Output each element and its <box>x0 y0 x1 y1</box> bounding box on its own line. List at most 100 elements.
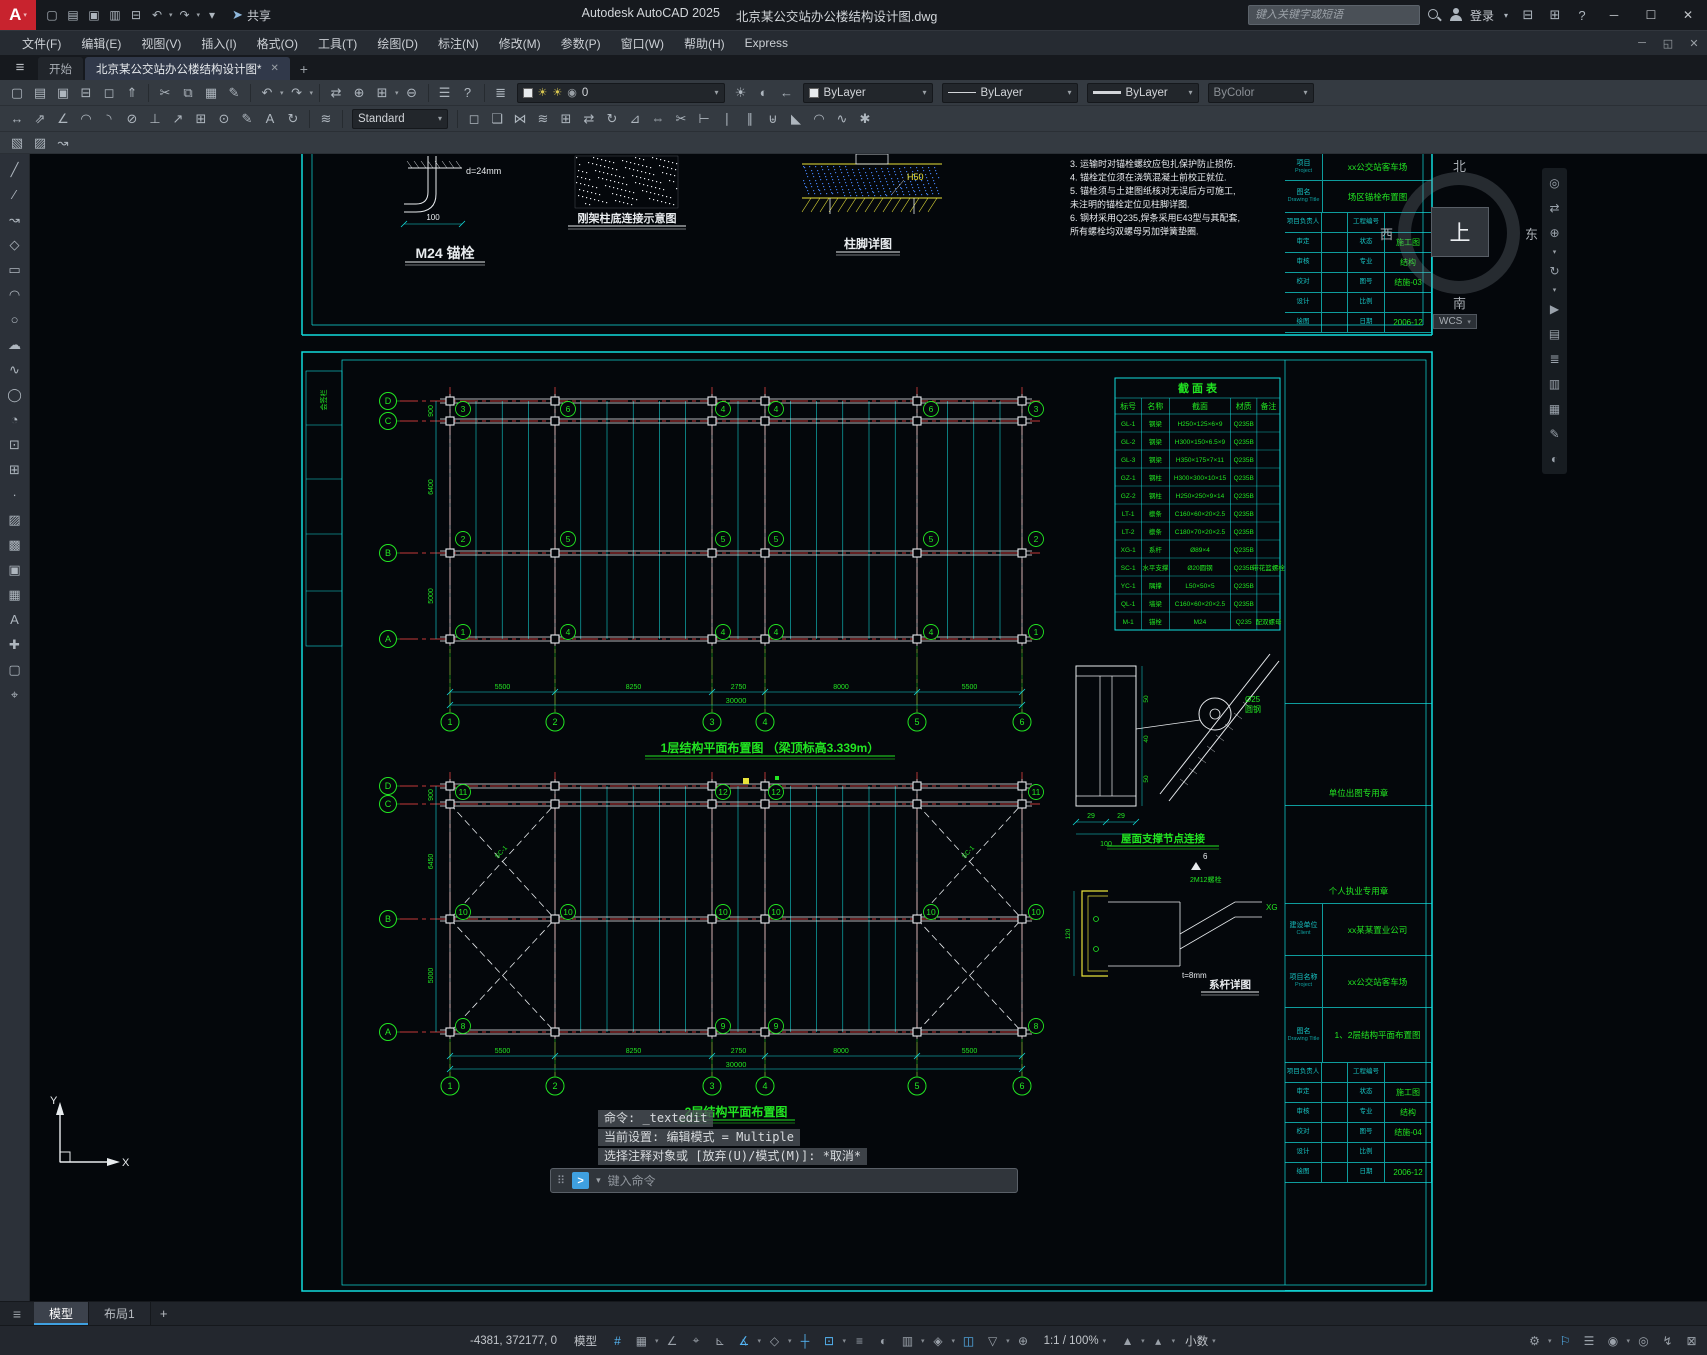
add-layout-button[interactable]: + <box>151 1306 177 1321</box>
dynamic-input-toggle[interactable]: ⌖ <box>684 1329 707 1353</box>
zoom-realtime-icon[interactable]: ⊕ <box>348 82 370 104</box>
infer-constraints-toggle[interactable]: ∠ <box>660 1329 683 1353</box>
doc-close-button[interactable]: ✕ <box>1681 37 1707 50</box>
layer-isolate-icon[interactable]: ◐ <box>753 82 775 104</box>
viewcube-south[interactable]: 南 <box>1453 293 1466 312</box>
selection-cycling-toggle[interactable]: ▥ <box>896 1329 919 1353</box>
color-dropdown[interactable]: ByLayer ▾ <box>802 82 933 103</box>
redo-icon[interactable]: ↷ <box>175 5 195 25</box>
layer-previous-icon[interactable]: ← <box>776 82 798 104</box>
zoom-tool-dropdown-arrow[interactable]: ▾ <box>1553 248 1557 256</box>
dim-diameter-icon[interactable]: ⊘ <box>121 108 143 130</box>
doc-restore-button[interactable]: ◱ <box>1655 37 1681 50</box>
workspace-switching-arrow[interactable]: ▾ <box>1548 1337 1552 1345</box>
paste-icon[interactable]: ▦ <box>200 82 222 104</box>
chamfer-icon[interactable]: ◣ <box>785 108 807 130</box>
markup-icon[interactable]: ✎ <box>1544 424 1565 444</box>
array-icon[interactable]: ⊞ <box>555 108 577 130</box>
object-snap-tracking-toggle[interactable]: ┼ <box>794 1329 817 1353</box>
tab-layout1[interactable]: 布局1 <box>89 1302 151 1325</box>
make-block-icon[interactable]: ⊞ <box>3 458 27 481</box>
units-button[interactable]: 小数 ▾ <box>1177 1333 1225 1349</box>
menu-Express[interactable]: Express <box>735 31 798 55</box>
orbit-tool-icon[interactable]: ↻ <box>1544 261 1565 281</box>
revision-cloud-icon[interactable]: ☁ <box>3 333 27 356</box>
center-mark-icon[interactable]: ⊙ <box>213 108 235 130</box>
polar-tracking-arrow[interactable]: ▾ <box>757 1337 761 1345</box>
model-space-button[interactable]: 模型 <box>566 1333 605 1349</box>
isometric-drafting-arrow[interactable]: ▾ <box>788 1337 792 1345</box>
dim-linear-icon[interactable]: ↔ <box>6 108 28 130</box>
zoom-tool-icon[interactable]: ⊕ <box>1544 223 1565 243</box>
layer-dropdown[interactable]: ☀ ☀ ◉ 0 ▾ <box>516 82 725 103</box>
rotate-icon[interactable]: ↻ <box>601 108 623 130</box>
menu-格式[interactable]: 格式(O) <box>247 31 308 55</box>
annotation-scale-button[interactable]: 1:1 / 100% ▾ <box>1036 1335 1116 1347</box>
tab-drawing[interactable]: 北京某公交站办公楼结构设计图* ✕ <box>85 57 290 80</box>
command-options-arrow[interactable]: ▾ <box>596 1175 601 1186</box>
extend-icon[interactable]: ⊢ <box>693 108 715 130</box>
dim-edit-icon[interactable]: ✎ <box>236 108 258 130</box>
plot-icon[interactable]: ⊟ <box>75 82 97 104</box>
autoscale-toggle[interactable]: ▴ <box>1147 1329 1170 1353</box>
gizmo-toggle[interactable]: ⊕ <box>1012 1329 1035 1353</box>
annotation-scale-button-arrow[interactable]: ▾ <box>1103 1337 1107 1345</box>
grid-display-toggle[interactable]: # <box>606 1329 629 1353</box>
new-tab-button[interactable]: + <box>292 57 316 80</box>
tab-model[interactable]: 模型 <box>34 1302 90 1325</box>
plot-icon[interactable]: ⊟ <box>126 5 146 25</box>
clean-screen-toggle[interactable]: ⊠ <box>1680 1329 1703 1353</box>
viewcube-north[interactable]: 北 <box>1453 156 1466 175</box>
layer-off-icon[interactable]: ☀ <box>730 82 752 104</box>
selection-cycling-arrow[interactable]: ▾ <box>921 1337 925 1345</box>
join-icon[interactable]: ⊎ <box>762 108 784 130</box>
lock-ui-arrow[interactable]: ▾ <box>1626 1337 1630 1345</box>
blend-curves-icon[interactable]: ∿ <box>831 108 853 130</box>
command-bar-grip[interactable]: ⠿ <box>557 1174 565 1187</box>
signin-button[interactable]: 登录 <box>1470 7 1494 24</box>
zoom-window-icon[interactable]: ⊞ <box>371 82 393 104</box>
selection-filtering-arrow[interactable]: ▾ <box>1006 1337 1010 1345</box>
table-icon[interactable]: ▦ <box>3 583 27 606</box>
quick-properties-toggle[interactable]: ☰ <box>1577 1329 1600 1353</box>
fillet-icon[interactable]: ◠ <box>808 108 830 130</box>
snap-mode-toggle[interactable]: ▦ <box>630 1329 653 1353</box>
tool-palettes-icon[interactable]: ▥ <box>1544 374 1565 394</box>
layout-menu-icon[interactable]: ≡ <box>0 1306 34 1322</box>
navigation-wheel-icon[interactable]: ◎ <box>1544 173 1565 193</box>
polar-tracking-toggle[interactable]: ∡ <box>732 1329 755 1353</box>
menu-文件[interactable]: 文件(F) <box>12 31 71 55</box>
measure-icon[interactable]: ⌖ <box>3 683 27 706</box>
render-icon[interactable]: ◐ <box>1544 449 1565 469</box>
undo-dropdown-arrow[interactable]: ▾ <box>280 89 284 97</box>
multiline-text-icon[interactable]: A <box>3 608 27 631</box>
break-at-point-icon[interactable]: ∣ <box>716 108 738 130</box>
lineweight-display-toggle[interactable]: ≡ <box>848 1329 871 1353</box>
graphics-performance-toggle[interactable]: ↯ <box>1656 1329 1679 1353</box>
dim-ordinate-icon[interactable]: ⊥ <box>144 108 166 130</box>
dim-angular-icon[interactable]: ∠ <box>52 108 74 130</box>
undo-icon[interactable]: ↶ <box>256 82 278 104</box>
object-snap-toggle[interactable]: ⊡ <box>818 1329 841 1353</box>
command-bar[interactable]: ⠿ > ▾ <box>550 1168 1018 1193</box>
ellipse-icon[interactable]: ◯ <box>3 383 27 406</box>
hatch-icon[interactable]: ▨ <box>3 508 27 531</box>
dynamic-ucs-toggle[interactable]: ◫ <box>957 1329 980 1353</box>
layers-palette-icon[interactable]: ≣ <box>1544 349 1565 369</box>
mirror-icon[interactable]: ⋈ <box>509 108 531 130</box>
publish-icon[interactable]: ⇑ <box>121 82 143 104</box>
tab-close-icon[interactable]: ✕ <box>270 63 278 74</box>
redo-dropdown-arrow[interactable]: ▾ <box>310 89 314 97</box>
menu-修改[interactable]: 修改(M) <box>489 31 551 55</box>
viewcube[interactable]: 北 西 东 南 上 WCS ▾ <box>1380 156 1538 332</box>
cart-icon[interactable]: ⊟ <box>1518 7 1538 23</box>
pan-tool-icon[interactable]: ⇄ <box>1544 198 1565 218</box>
menu-帮助[interactable]: 帮助(H) <box>674 31 735 55</box>
undo-dropdown-arrow[interactable]: ▾ <box>169 11 173 19</box>
properties-palette-icon[interactable]: ☰ <box>434 82 456 104</box>
text-style-dropdown[interactable]: Standard ▾ <box>352 108 448 129</box>
menu-工具[interactable]: 工具(T) <box>308 31 367 55</box>
edit-hatch-icon[interactable]: ▨ <box>29 132 51 154</box>
signin-dropdown-arrow[interactable]: ▾ <box>1501 11 1511 20</box>
viewcube-west[interactable]: 西 <box>1380 224 1393 243</box>
